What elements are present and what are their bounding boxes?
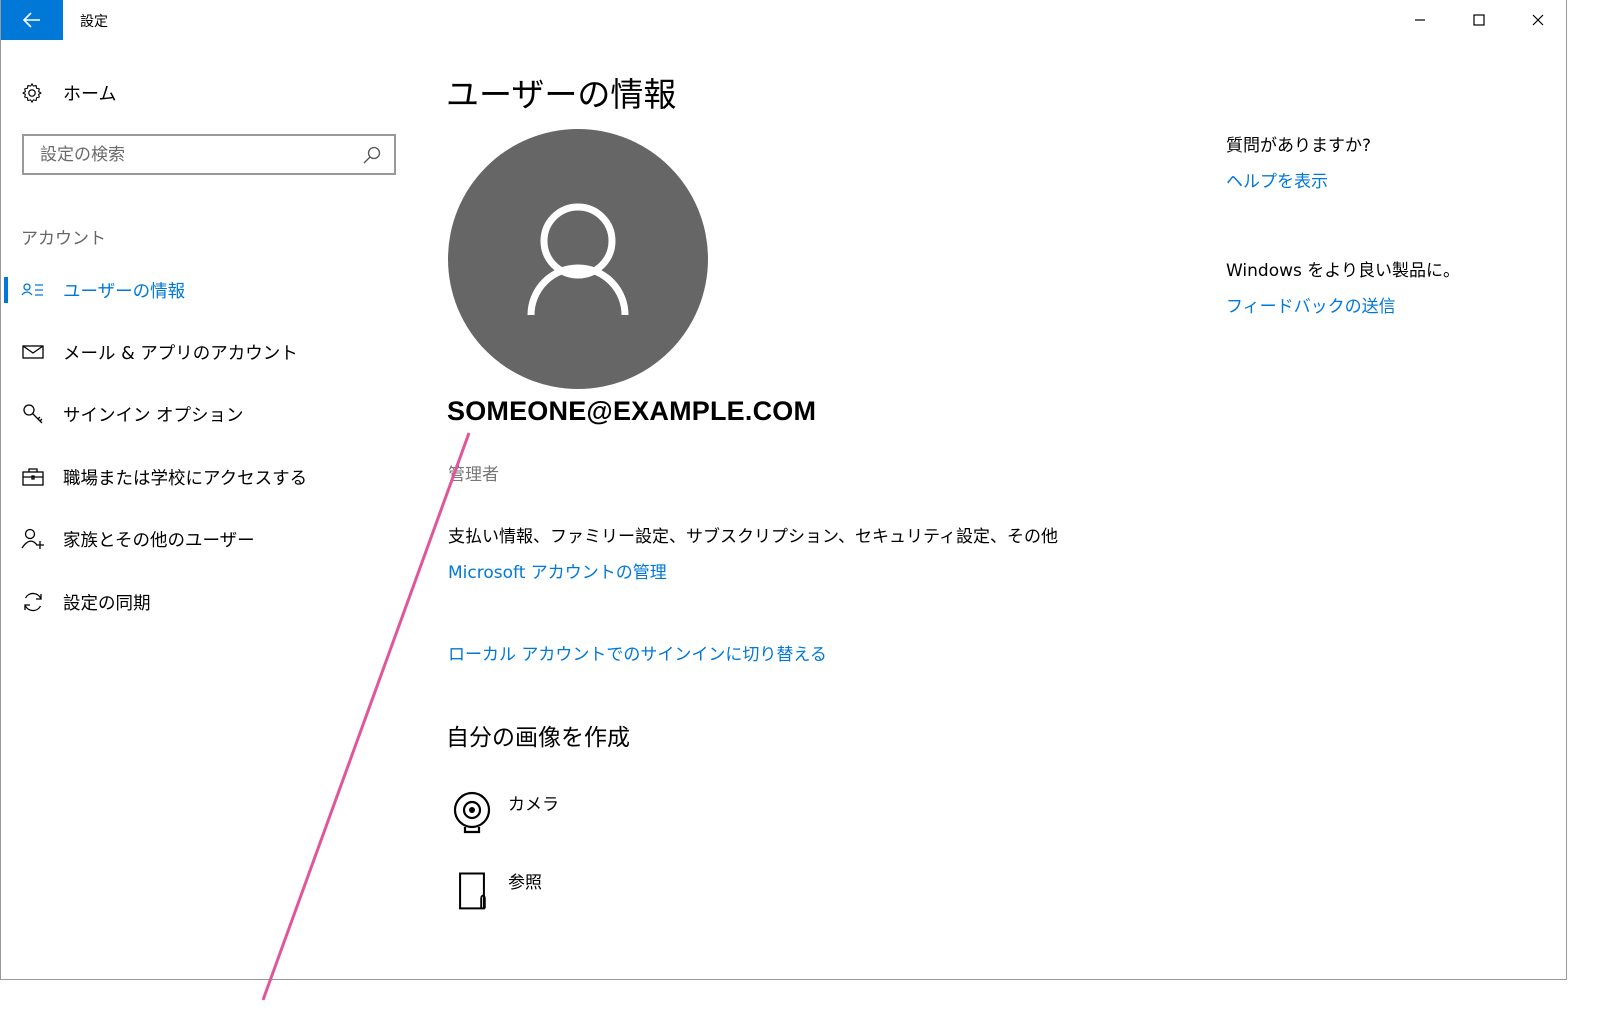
minimize-icon xyxy=(1415,19,1425,21)
sidebar-item-label: 設定の同期 xyxy=(63,593,151,614)
account-role: 管理者 xyxy=(448,465,499,485)
avatar xyxy=(448,129,708,389)
back-button[interactable] xyxy=(1,0,63,40)
switch-to-local-account-link[interactable]: ローカル アカウントでのサインインに切り替える xyxy=(448,640,827,665)
sidebar-item-mail-accounts[interactable]: メール & アプリのアカウント xyxy=(1,332,401,372)
sidebar-item-label: 家族とその他のユーザー xyxy=(63,530,255,551)
back-arrow-icon xyxy=(23,12,40,28)
window-title: 設定 xyxy=(80,14,108,30)
sidebar-item-label: サインイン オプション xyxy=(63,405,244,426)
sidebar-item-label: 職場または学校にアクセスする xyxy=(63,468,308,489)
close-icon xyxy=(1532,14,1544,26)
user-info-icon xyxy=(21,278,45,302)
search-icon[interactable] xyxy=(360,143,384,167)
account-email: SOMEONE@EXAMPLE.COM xyxy=(447,396,817,426)
sidebar-item-work-school[interactable]: 職場または学校にアクセスする xyxy=(1,457,401,497)
key-icon xyxy=(21,402,45,426)
sidebar-item-signin-options[interactable]: サインイン オプション xyxy=(1,394,401,434)
maximize-button[interactable] xyxy=(1450,0,1508,40)
mail-icon xyxy=(21,340,45,364)
home-label: ホーム xyxy=(63,84,117,105)
camera-option[interactable]: カメラ xyxy=(448,790,648,840)
sidebar-item-family-users[interactable]: 家族とその他のユーザー xyxy=(1,519,401,559)
section-header-accounts: アカウント xyxy=(21,229,106,249)
settings-search-box[interactable] xyxy=(22,134,396,175)
home-nav-item[interactable]: ホーム xyxy=(21,78,116,108)
title-bar: 設定 xyxy=(1,0,1568,40)
active-indicator xyxy=(4,277,8,303)
sidebar-item-label: ユーザーの情報 xyxy=(63,281,186,302)
browse-option[interactable]: 参照 xyxy=(448,868,648,918)
feedback-prompt: Windows をより良い製品に。 xyxy=(1226,261,1460,281)
browse-label: 参照 xyxy=(508,873,542,893)
close-button[interactable] xyxy=(1509,0,1567,40)
add-user-icon xyxy=(21,527,45,551)
account-info-description: 支払い情報、ファミリー設定、サブスクリプション、セキュリティ設定、その他 xyxy=(448,527,1058,547)
gear-icon xyxy=(22,83,42,103)
page-title: ユーザーの情報 xyxy=(446,75,677,114)
settings-window: 設定 ホーム アカウント xyxy=(0,0,1567,980)
show-help-link[interactable]: ヘルプを表示 xyxy=(1226,167,1328,192)
sidebar-item-user-info[interactable]: ユーザーの情報 xyxy=(1,270,401,310)
user-silhouette-icon xyxy=(527,203,629,316)
camera-label: カメラ xyxy=(508,795,559,815)
manage-microsoft-account-link[interactable]: Microsoft アカウントの管理 xyxy=(448,558,667,583)
sync-icon xyxy=(21,590,45,614)
create-picture-title: 自分の画像を作成 xyxy=(446,725,630,751)
webcam-icon xyxy=(453,791,491,834)
send-feedback-link[interactable]: フィードバックの送信 xyxy=(1226,292,1396,317)
briefcase-icon xyxy=(21,465,45,489)
help-question: 質問がありますか? xyxy=(1226,136,1372,156)
sidebar-item-sync-settings[interactable]: 設定の同期 xyxy=(1,582,401,622)
maximize-icon xyxy=(1473,14,1485,26)
search-input[interactable] xyxy=(38,143,360,166)
browse-file-icon xyxy=(459,872,486,910)
minimize-button[interactable] xyxy=(1391,0,1449,40)
sidebar-item-label: メール & アプリのアカウント xyxy=(63,343,298,364)
